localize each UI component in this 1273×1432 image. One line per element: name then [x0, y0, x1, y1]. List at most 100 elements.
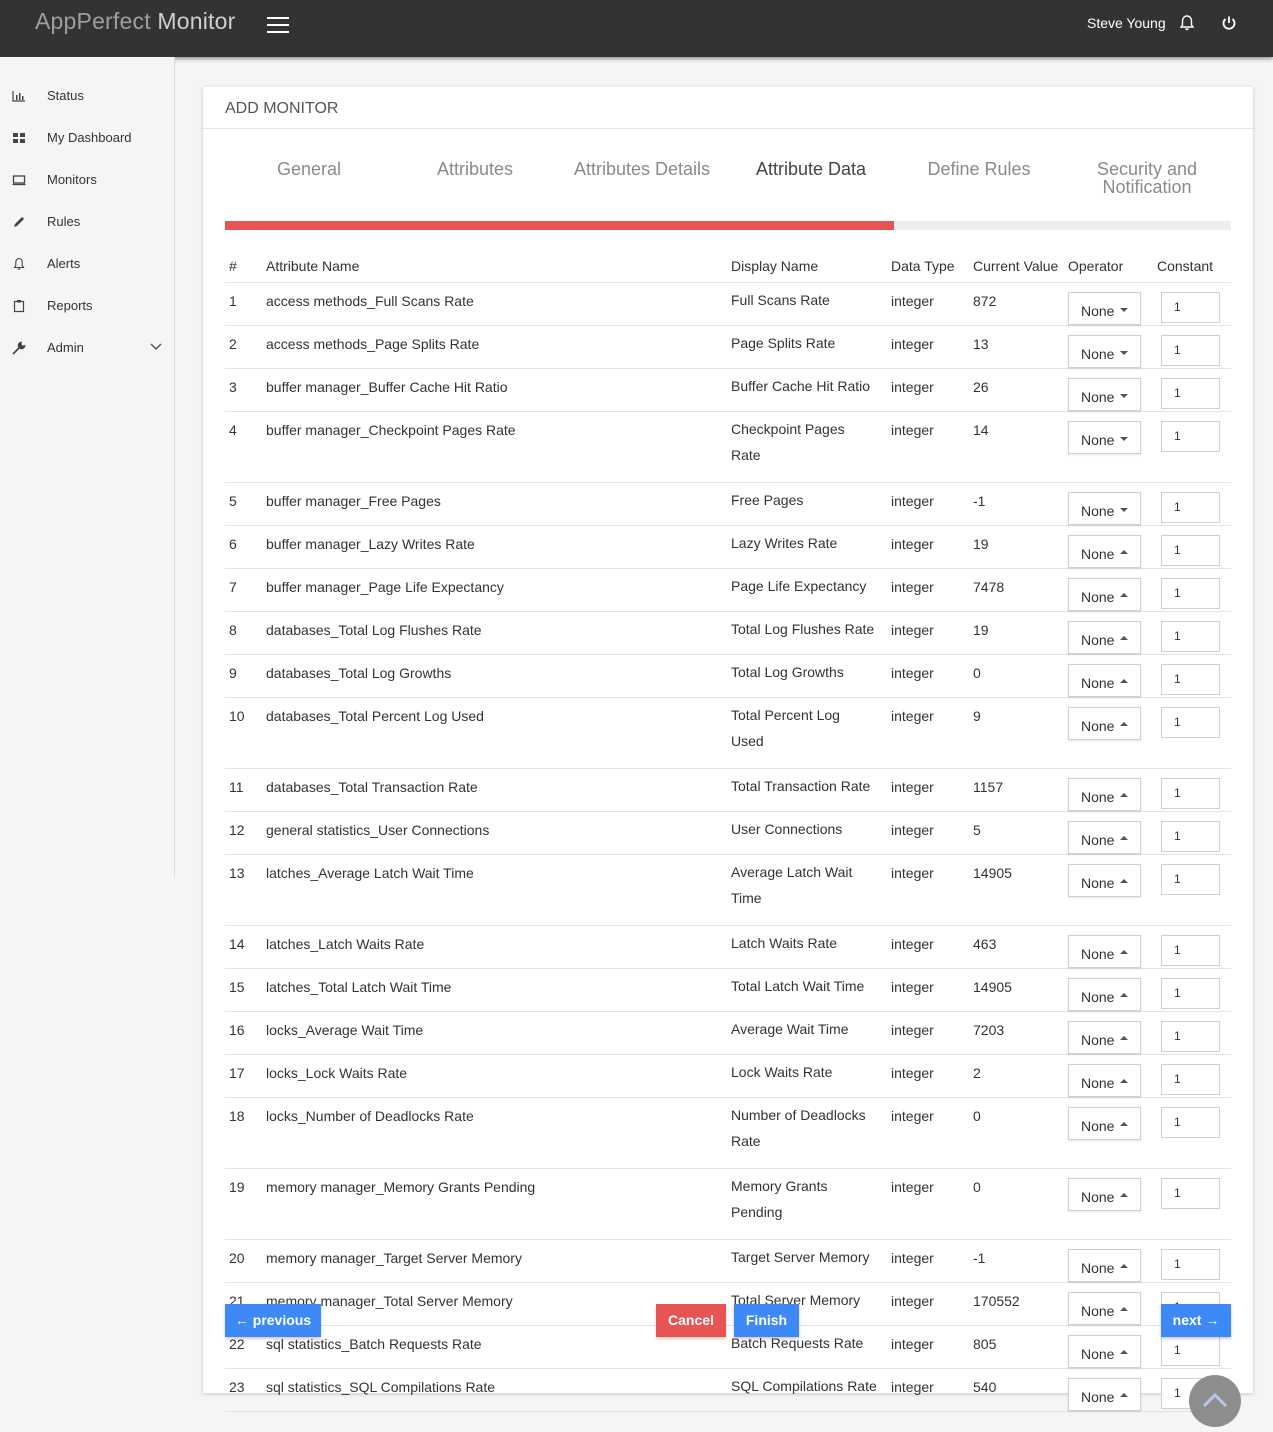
constant-input[interactable] [1161, 1063, 1220, 1095]
constant-input[interactable] [1161, 1334, 1220, 1366]
operator-dropdown[interactable]: None [1068, 977, 1141, 1011]
sidebar-item-admin[interactable]: Admin [0, 328, 174, 368]
hamburger-icon[interactable] [266, 14, 290, 36]
operator-dropdown[interactable]: None [1068, 577, 1141, 611]
operator-dropdown[interactable]: None [1068, 377, 1141, 411]
tab-attributes[interactable]: Attributes [425, 160, 525, 178]
constant-input[interactable] [1161, 291, 1220, 323]
current-value: 14905 [969, 968, 1064, 1012]
operator-dropdown[interactable]: None [1068, 1020, 1141, 1054]
tab-general[interactable]: General [259, 160, 359, 178]
operator-dropdown[interactable]: None [1068, 291, 1141, 325]
constant-input[interactable] [1161, 534, 1220, 566]
constant-input[interactable] [1161, 491, 1220, 523]
sidebar-item-status[interactable]: Status [0, 76, 174, 116]
attribute-name: buffer manager_Buffer Cache Hit Ratio [262, 368, 727, 412]
operator-dropdown[interactable]: None [1068, 863, 1141, 897]
chevron-down-icon[interactable] [149, 342, 163, 352]
constant-input[interactable] [1161, 706, 1220, 738]
constant-input[interactable] [1161, 1020, 1220, 1052]
attribute-name: latches_Latch Waits Rate [262, 925, 727, 969]
constant-input[interactable] [1161, 334, 1220, 366]
operator-value: None [1081, 1117, 1115, 1134]
cancel-button[interactable]: Cancel [656, 1304, 726, 1337]
table-row: 12 general statistics_User Connections Use… [225, 811, 1231, 855]
caret-up-icon [1120, 949, 1128, 954]
current-value: 7203 [969, 1011, 1064, 1055]
operator-dropdown[interactable]: None [1068, 934, 1141, 968]
bell-icon[interactable] [1178, 14, 1196, 32]
constant-input[interactable] [1161, 620, 1220, 652]
display-name-line: Free Pages [731, 491, 804, 508]
caret-up-icon [1120, 992, 1128, 997]
current-value: 26 [969, 368, 1064, 412]
display-name-line: Lazy Writes Rate [731, 534, 838, 551]
operator-value: None [1081, 1388, 1115, 1405]
previous-button[interactable]: ← previous [225, 1304, 321, 1337]
constant-input[interactable] [1161, 977, 1220, 1009]
sidebar-item-label: Reports [47, 298, 93, 313]
operator-dropdown[interactable]: None [1068, 1377, 1141, 1411]
operator-dropdown[interactable]: None [1068, 420, 1141, 454]
constant-input[interactable] [1161, 1177, 1220, 1209]
operator-dropdown[interactable]: None [1068, 491, 1141, 525]
tab-attributes-details[interactable]: Attributes Details [569, 160, 715, 178]
power-icon[interactable] [1220, 14, 1238, 32]
sidebar-item-my-dashboard[interactable]: My Dashboard [0, 118, 174, 158]
brand-name: AppPerfect [35, 8, 151, 34]
operator-dropdown[interactable]: None [1068, 706, 1141, 740]
display-name-line: Total Latch Wait Time [731, 977, 865, 994]
tab-security-and-notification[interactable]: Security and Notification [1087, 160, 1207, 196]
constant-input[interactable] [1161, 1106, 1220, 1138]
scroll-to-top-button[interactable] [1189, 1375, 1241, 1427]
constant-input[interactable] [1161, 1248, 1220, 1280]
current-value: 1157 [969, 768, 1064, 812]
tab-attribute-data[interactable]: Attribute Data [743, 160, 879, 178]
operator-dropdown[interactable]: None [1068, 1063, 1141, 1097]
operator-dropdown[interactable]: None [1068, 663, 1141, 697]
operator-dropdown[interactable]: None [1068, 334, 1141, 368]
sidebar-item-reports[interactable]: Reports [0, 286, 174, 326]
sidebar-item-monitors[interactable]: Monitors [0, 160, 174, 200]
constant-cell [1153, 282, 1231, 326]
operator-dropdown[interactable]: None [1068, 1291, 1141, 1325]
column-header-current-value: Current Value [969, 250, 1064, 283]
constant-cell [1153, 768, 1231, 812]
sidebar-item-alerts[interactable]: Alerts [0, 244, 174, 284]
constant-input[interactable] [1161, 377, 1220, 409]
constant-input[interactable] [1161, 577, 1220, 609]
operator-dropdown[interactable]: None [1068, 534, 1141, 568]
app-logo[interactable]: AppPerfect Monitor [35, 8, 235, 35]
sidebar-item-rules[interactable]: Rules [0, 202, 174, 242]
operator-dropdown[interactable]: None [1068, 1106, 1141, 1140]
display-name-line: Latch Waits Rate [731, 934, 838, 951]
constant-input[interactable] [1161, 420, 1220, 452]
operator-value: None [1081, 1345, 1115, 1362]
operator-dropdown[interactable]: None [1068, 820, 1141, 854]
current-value: 805 [969, 1325, 1064, 1369]
data-type: integer [887, 611, 969, 655]
operator-dropdown[interactable]: None [1068, 1177, 1141, 1211]
operator-cell: None [1064, 811, 1153, 855]
caret-down-icon [1120, 393, 1128, 398]
current-value: 0 [969, 1168, 1064, 1240]
tab-define-rules[interactable]: Define Rules [919, 160, 1039, 178]
user-name[interactable]: Steve Young [1087, 15, 1166, 31]
table-row: 3 buffer manager_Buffer Cache Hit Ratio Bu… [225, 368, 1231, 412]
next-button[interactable]: next → [1161, 1304, 1231, 1337]
constant-cell [1153, 1168, 1231, 1240]
finish-button[interactable]: Finish [734, 1304, 799, 1337]
constant-input[interactable] [1161, 663, 1220, 695]
constant-input[interactable] [1161, 863, 1220, 895]
constant-input[interactable] [1161, 777, 1220, 809]
data-type: integer [887, 854, 969, 926]
row-number: 14 [225, 925, 262, 969]
operator-dropdown[interactable]: None [1068, 1248, 1141, 1282]
operator-dropdown[interactable]: None [1068, 777, 1141, 811]
operator-dropdown[interactable]: None [1068, 1334, 1141, 1368]
table-row: 15 latches_Total Latch Wait Time Total Lat… [225, 968, 1231, 1012]
constant-input[interactable] [1161, 934, 1220, 966]
caret-up-icon [1120, 1121, 1128, 1126]
constant-input[interactable] [1161, 820, 1220, 852]
operator-dropdown[interactable]: None [1068, 620, 1141, 654]
